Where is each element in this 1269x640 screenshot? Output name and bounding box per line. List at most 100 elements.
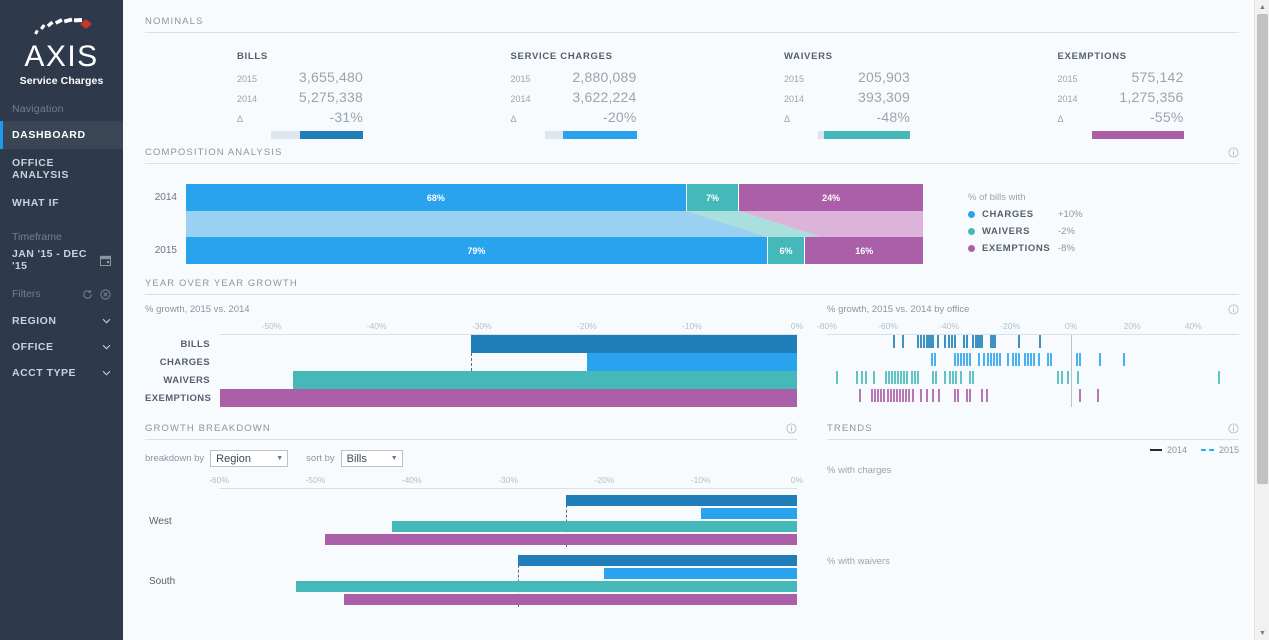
info-icon[interactable] xyxy=(786,423,797,434)
strip-tick[interactable] xyxy=(1017,353,1020,366)
strip-tick[interactable] xyxy=(956,389,959,402)
strip-tick[interactable] xyxy=(910,371,913,384)
strip-tick[interactable] xyxy=(901,389,904,402)
strip-tick[interactable] xyxy=(981,389,984,402)
strip-tick[interactable] xyxy=(962,353,965,366)
strip-tick[interactable] xyxy=(1098,353,1101,366)
legend-item[interactable]: EXEMPTIONS -8% xyxy=(968,243,1239,254)
strip-tick[interactable] xyxy=(1066,371,1069,384)
strip-tick[interactable] xyxy=(898,389,901,402)
strip-tick[interactable] xyxy=(1061,371,1064,384)
strip-tick[interactable] xyxy=(990,353,993,366)
strip-tick[interactable] xyxy=(1029,353,1032,366)
strip-tick[interactable] xyxy=(930,353,933,366)
strip-tick[interactable] xyxy=(962,335,965,348)
legend-item[interactable]: WAIVERS -2% xyxy=(968,226,1239,237)
strip-tick[interactable] xyxy=(965,389,968,402)
scroll-up-arrow[interactable]: ▲ xyxy=(1255,0,1269,14)
breakdown-by-select[interactable]: Region ▼ xyxy=(210,450,289,467)
sort-by-select[interactable]: Bills ▼ xyxy=(340,450,403,467)
yoy-bar-fill[interactable] xyxy=(471,335,797,353)
strip-tick[interactable] xyxy=(1078,353,1081,366)
info-icon[interactable] xyxy=(1228,423,1239,434)
yoy-bar-fill[interactable] xyxy=(292,371,797,389)
strip-tick[interactable] xyxy=(860,371,863,384)
strip-tick[interactable] xyxy=(895,389,898,402)
strip-tick[interactable] xyxy=(1046,353,1049,366)
scroll-down-arrow[interactable]: ▼ xyxy=(1255,626,1269,640)
strip-tick[interactable] xyxy=(965,335,968,348)
timeframe-control[interactable]: JAN '15 - DEC '15 xyxy=(12,248,111,272)
strip-tick[interactable] xyxy=(917,371,920,384)
strip-tick[interactable] xyxy=(917,335,920,348)
strip-tick[interactable] xyxy=(903,371,906,384)
strip-tick[interactable] xyxy=(1026,353,1029,366)
strip-tick[interactable] xyxy=(880,389,883,402)
strip-tick[interactable] xyxy=(971,371,974,384)
strip-tick[interactable] xyxy=(883,389,886,402)
strip-tick[interactable] xyxy=(1097,389,1100,402)
strip-tick[interactable] xyxy=(1078,389,1081,402)
gb-bar-exemptions[interactable] xyxy=(219,594,797,605)
composition-segment-waivers[interactable]: 6% xyxy=(767,237,806,264)
strip-tick[interactable] xyxy=(944,371,947,384)
strip-tick[interactable] xyxy=(953,353,956,366)
strip-tick[interactable] xyxy=(872,371,875,384)
strip-tick[interactable] xyxy=(836,371,839,384)
strip-tick[interactable] xyxy=(892,335,895,348)
legend-item[interactable]: CHARGES +10% xyxy=(968,209,1239,220)
yoy-bar-fill[interactable] xyxy=(220,389,797,407)
strip-tick[interactable] xyxy=(1049,353,1052,366)
strip-tick[interactable] xyxy=(982,353,985,366)
strip-tick[interactable] xyxy=(933,353,936,366)
strip-tick[interactable] xyxy=(932,389,935,402)
strip-tick[interactable] xyxy=(1123,353,1126,366)
strip-tick[interactable] xyxy=(884,371,887,384)
strip-tick[interactable] xyxy=(952,371,955,384)
composition-segment-exemptions[interactable]: 24% xyxy=(739,184,923,211)
filter-office[interactable]: OFFICE xyxy=(12,334,111,360)
filter-region[interactable]: REGION xyxy=(12,308,111,334)
strip-tick[interactable] xyxy=(1014,353,1017,366)
strip-tick[interactable] xyxy=(892,389,895,402)
gb-bar-bills[interactable] xyxy=(219,495,797,506)
strip-tick[interactable] xyxy=(1023,353,1026,366)
strip-tick[interactable] xyxy=(1077,371,1080,384)
strip-tick[interactable] xyxy=(932,371,935,384)
strip-tick[interactable] xyxy=(955,371,958,384)
gb-bar-charges[interactable] xyxy=(219,568,797,579)
strip-tick[interactable] xyxy=(897,371,900,384)
strip-tick[interactable] xyxy=(859,389,862,402)
strip-tick[interactable] xyxy=(1039,335,1042,348)
strip-tick[interactable] xyxy=(935,371,938,384)
strip-tick[interactable] xyxy=(947,335,950,348)
clear-filters-icon[interactable] xyxy=(100,288,111,300)
composition-segment-exemptions[interactable]: 16% xyxy=(805,237,923,264)
strip-tick[interactable] xyxy=(993,353,996,366)
strip-tick[interactable] xyxy=(1007,353,1010,366)
composition-segment-charges[interactable]: 79% xyxy=(186,237,768,264)
strip-tick[interactable] xyxy=(1057,371,1060,384)
strip-tick[interactable] xyxy=(956,353,959,366)
info-icon[interactable] xyxy=(1228,147,1239,158)
strip-tick[interactable] xyxy=(1033,353,1035,366)
composition-segment-charges[interactable]: 68% xyxy=(186,184,687,211)
strip-tick[interactable] xyxy=(920,335,923,348)
strip-tick[interactable] xyxy=(932,335,935,348)
strip-tick[interactable] xyxy=(888,371,891,384)
strip-tick[interactable] xyxy=(938,389,941,402)
strip-tick[interactable] xyxy=(1217,371,1220,384)
strip-tick[interactable] xyxy=(968,371,971,384)
strip-tick[interactable] xyxy=(912,389,915,402)
strip-tick[interactable] xyxy=(886,389,889,402)
strip-tick[interactable] xyxy=(999,353,1002,366)
strip-tick[interactable] xyxy=(871,389,874,402)
reset-icon[interactable] xyxy=(82,289,93,300)
strip-tick[interactable] xyxy=(978,353,981,366)
strip-tick[interactable] xyxy=(959,353,962,366)
strip-tick[interactable] xyxy=(901,335,904,348)
strip-tick[interactable] xyxy=(1011,353,1014,366)
strip-tick[interactable] xyxy=(1075,353,1078,366)
strip-tick[interactable] xyxy=(874,389,877,402)
info-icon[interactable] xyxy=(1228,304,1239,315)
